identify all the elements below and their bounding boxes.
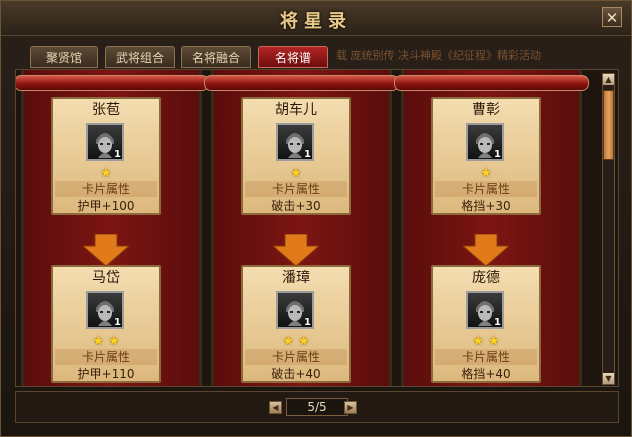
- codex-column: 张苞 1 ★ 卡片属性 护甲+100 马岱 1 ★ ★ 卡片属性 护甲+110: [16, 70, 209, 386]
- star-icon: ★: [472, 334, 484, 349]
- card-attribute-value: 破击+40: [271, 367, 321, 381]
- triangle-right-icon: ▶: [347, 403, 354, 412]
- title-bar[interactable]: 将星录 ✕: [1, 1, 631, 36]
- card-attribute-value: 护甲+100: [77, 199, 135, 213]
- arrow-down-icon[interactable]: ▼: [603, 373, 614, 384]
- level-badge: 1: [494, 317, 501, 328]
- card-attribute-title: 卡片属性: [55, 181, 157, 197]
- general-card[interactable]: 张苞 1 ★ 卡片属性护甲+100: [51, 97, 161, 215]
- card-attribute-value: 破击+30: [271, 199, 321, 213]
- card-attribute-value: 护甲+110: [77, 367, 135, 381]
- general-portrait[interactable]: 1: [86, 291, 124, 329]
- down-arrow-icon: [463, 234, 509, 266]
- codex-panel: 张苞 1 ★ 卡片属性 护甲+100 马岱 1 ★ ★ 卡片属性 护甲+110 胡车儿 1 ★ 卡片属性破…: [15, 69, 619, 387]
- level-badge: 1: [114, 317, 121, 328]
- card-attribute-title: 卡片属性: [435, 349, 537, 365]
- star-icon: ★: [488, 334, 500, 349]
- down-arrow-icon: [83, 234, 129, 266]
- star-icon: ★: [282, 334, 294, 349]
- close-icon: ✕: [605, 9, 619, 27]
- general-portrait[interactable]: 1: [86, 123, 124, 161]
- codex-column: 胡车儿 1 ★ 卡片属性 破击+30 潘璋 1 ★ ★ 卡片属性 破击+40: [204, 70, 399, 386]
- triangle-left-icon: ◀: [272, 403, 279, 412]
- star-icon: ★: [92, 334, 104, 349]
- tab-general-codex[interactable]: 名将谱: [258, 46, 328, 68]
- next-page-button[interactable]: ▶: [344, 401, 357, 414]
- level-badge: 1: [494, 149, 501, 160]
- star-icon: ★: [298, 334, 310, 349]
- scroll-rod-decoration: [204, 75, 399, 91]
- star-icon: ★: [480, 166, 492, 181]
- card-attribute-title: 卡片属性: [245, 349, 347, 365]
- card-attribute-value: 格挡+40: [461, 367, 511, 381]
- general-name: 潘璋: [282, 270, 310, 286]
- general-name: 庞德: [472, 270, 500, 286]
- general-record-window: 将星录 ✕ 载 庞统别传 决斗神殿《纪征程》精彩活动 聚贤馆 武将组合 名将融合…: [0, 0, 632, 437]
- tab-general-fusion[interactable]: 名将融合: [181, 46, 251, 68]
- scroll-thumb[interactable]: [603, 90, 614, 160]
- scroll-rod-decoration: [16, 75, 209, 91]
- star-rating: ★: [433, 165, 539, 181]
- star-icon: ★: [108, 334, 120, 349]
- card-attribute-title: 卡片属性: [245, 181, 347, 197]
- arrow-up-icon[interactable]: ▲: [603, 74, 614, 85]
- general-card[interactable]: 庞德 1 ★ ★ 卡片属性 格挡+40: [431, 265, 541, 383]
- star-rating: ★: [243, 165, 349, 181]
- general-card[interactable]: 胡车儿 1 ★ 卡片属性破击+30: [241, 97, 351, 215]
- general-name: 曹彰: [472, 102, 500, 118]
- star-icon: ★: [100, 166, 112, 181]
- general-card[interactable]: 曹彰 1 ★ 卡片属性格挡+30: [431, 97, 541, 215]
- level-badge: 1: [114, 149, 121, 160]
- tab-recruit-hall[interactable]: 聚贤馆: [30, 46, 98, 68]
- general-name: 胡车儿: [275, 102, 317, 118]
- star-rating: ★: [53, 165, 159, 181]
- star-rating: ★ ★: [53, 333, 159, 349]
- page-indicator: 5/5: [286, 398, 348, 416]
- general-name: 张苞: [92, 102, 120, 118]
- scroll-rod-decoration: [394, 75, 589, 91]
- level-badge: 1: [304, 149, 311, 160]
- window-title: 将星录: [280, 11, 352, 32]
- level-badge: 1: [304, 317, 311, 328]
- vertical-scrollbar[interactable]: ▲ ▼: [602, 73, 615, 385]
- general-portrait[interactable]: 1: [466, 123, 504, 161]
- codex-column: 曹彰 1 ★ 卡片属性 格挡+30 庞德 1 ★ ★ 卡片属性 格挡+40: [394, 70, 589, 386]
- scrolling-notice: 载 庞统别传 决斗神殿《纪征程》精彩活动: [336, 49, 541, 62]
- general-portrait[interactable]: 1: [276, 123, 314, 161]
- down-arrow-icon: [273, 234, 319, 266]
- general-card[interactable]: 潘璋 1 ★ ★ 卡片属性 破击+40: [241, 265, 351, 383]
- card-attribute-value: 格挡+30: [461, 199, 511, 213]
- general-name: 马岱: [92, 270, 120, 286]
- general-card[interactable]: 马岱 1 ★ ★ 卡片属性 护甲+110: [51, 265, 161, 383]
- tab-general-combo[interactable]: 武将组合: [105, 46, 175, 68]
- card-attribute-title: 卡片属性: [55, 349, 157, 365]
- general-portrait[interactable]: 1: [466, 291, 504, 329]
- card-attribute-title: 卡片属性: [435, 181, 537, 197]
- pagination-bar: ◀ 5/5 ▶: [15, 391, 619, 423]
- general-portrait[interactable]: 1: [276, 291, 314, 329]
- prev-page-button[interactable]: ◀: [269, 401, 282, 414]
- star-icon: ★: [290, 166, 302, 181]
- close-button[interactable]: ✕: [602, 7, 622, 27]
- star-rating: ★ ★: [433, 333, 539, 349]
- star-rating: ★ ★: [243, 333, 349, 349]
